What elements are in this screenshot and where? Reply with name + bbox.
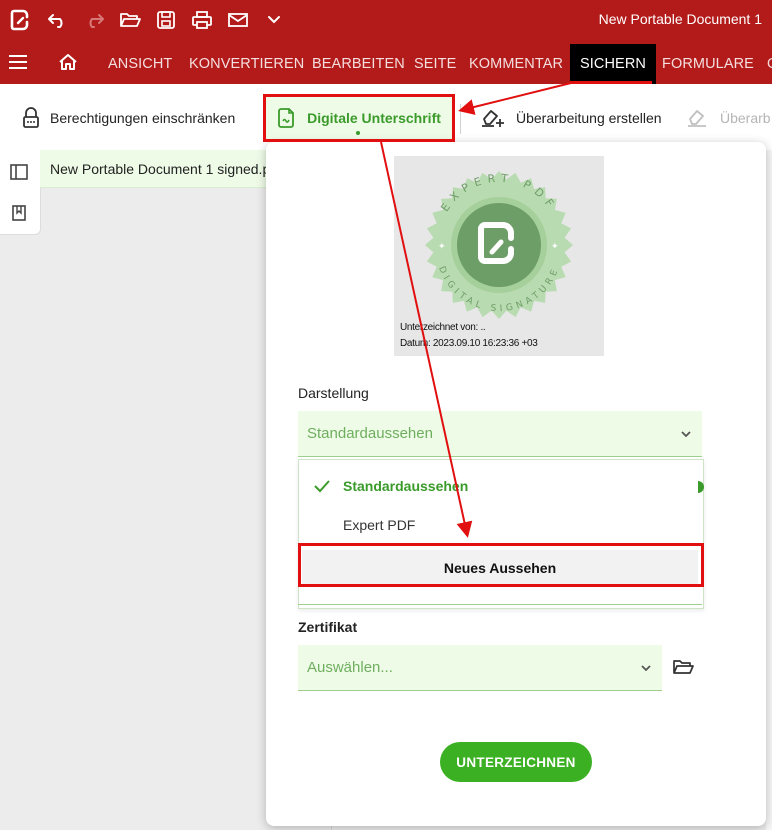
active-indicator-dot: [356, 131, 360, 135]
certificate-placeholder: Auswählen...: [307, 659, 393, 676]
print-icon[interactable]: [190, 8, 214, 32]
app-logo-icon[interactable]: [8, 8, 32, 32]
signature-preview: EXPERT PDF DIGITAL SIGNATURE ✦ ✦ Unterze…: [394, 156, 604, 356]
option-expert-pdf[interactable]: Expert PDF: [299, 508, 703, 542]
save-icon[interactable]: [154, 8, 178, 32]
left-sidebar: [0, 150, 41, 235]
restrict-permissions-button[interactable]: Berechtigungen einschränken: [22, 102, 235, 134]
tab-bearbeiten[interactable]: BEARBEITEN: [312, 44, 405, 84]
right-scroll-strip[interactable]: [766, 150, 772, 830]
eraser-icon: [688, 110, 706, 127]
option-standardaussehen[interactable]: Standardaussehen: [299, 469, 703, 503]
restrict-permissions-label: Berechtigungen einschränken: [50, 110, 236, 126]
digital-signature-button[interactable]: Digitale Unterschrift: [266, 96, 452, 140]
option-label: Expert PDF: [343, 517, 416, 533]
create-revision-button[interactable]: Überarbeitung erstellen: [480, 102, 662, 134]
digital-signature-label: Digitale Unterschrift: [307, 110, 441, 126]
mail-icon[interactable]: [226, 8, 250, 32]
signed-by-text: Unterzeichnet von: ..: [400, 322, 486, 333]
svg-text:✦: ✦: [551, 241, 559, 251]
ribbon-tab-bar: ANSICHT KONVERTIEREN BEARBEITEN SEITE KO…: [0, 40, 772, 84]
panel-toggle-icon[interactable]: [8, 161, 30, 183]
tab-ansicht[interactable]: ANSICHT: [108, 44, 172, 84]
chevron-down-icon: [641, 664, 651, 671]
option-label: Standardaussehen: [343, 478, 469, 494]
tab-overflow[interactable]: O: [767, 44, 772, 84]
create-revision-label: Überarbeitung erstellen: [516, 110, 662, 126]
appearance-label: Darstellung: [298, 385, 369, 401]
digital-signature-panel: EXPERT PDF DIGITAL SIGNATURE ✦ ✦ Unterze…: [266, 142, 766, 826]
chevron-down-icon: [681, 430, 691, 437]
checkmark-icon: [314, 480, 330, 493]
appearance-dropdown: Standardaussehen Expert PDF: [298, 459, 704, 609]
browse-certificate-icon[interactable]: [672, 658, 696, 680]
tab-kommentar[interactable]: KOMMENTAR: [469, 44, 563, 84]
hamburger-menu-icon[interactable]: [6, 50, 30, 74]
ribbon-separator: [460, 104, 461, 134]
field-underline: [298, 604, 702, 605]
tab-konvertieren[interactable]: KONVERTIEREN: [189, 44, 304, 84]
appearance-value: Standardaussehen: [307, 425, 433, 442]
revision-overflow-label: Überarb: [720, 110, 771, 126]
tab-sichern[interactable]: SICHERN: [570, 44, 656, 84]
certificate-select[interactable]: Auswählen...: [298, 645, 662, 691]
signed-document-icon: [278, 108, 294, 128]
document-tab[interactable]: New Portable Document 1 signed.pdf: [40, 150, 272, 188]
lock-icon: [23, 107, 39, 128]
revision-overflow-button[interactable]: Überarb: [686, 102, 771, 134]
svg-text:✦: ✦: [438, 241, 446, 251]
sign-button[interactable]: UNTERZEICHNEN: [440, 742, 592, 782]
open-folder-icon[interactable]: [118, 8, 142, 32]
signature-date-text: Datum: 2023.09.10 16:23:36 +03: [400, 338, 538, 349]
chevron-down-icon[interactable]: [262, 8, 286, 32]
undo-icon[interactable]: [46, 8, 70, 32]
certificate-label: Zertifikat: [298, 619, 358, 635]
eraser-plus-icon: [482, 110, 504, 127]
title-bar: New Portable Document 1: [0, 0, 772, 40]
new-appearance-option[interactable]: Neues Aussehen: [302, 550, 698, 586]
bookmark-icon[interactable]: [8, 202, 30, 224]
tab-seite[interactable]: SEITE: [414, 44, 456, 84]
redo-icon[interactable]: [82, 8, 106, 32]
home-icon[interactable]: [56, 50, 80, 74]
document-title: New Portable Document 1: [598, 11, 762, 27]
tab-formulare[interactable]: FORMULARE: [662, 44, 754, 84]
appearance-select[interactable]: Standardaussehen: [298, 411, 702, 457]
